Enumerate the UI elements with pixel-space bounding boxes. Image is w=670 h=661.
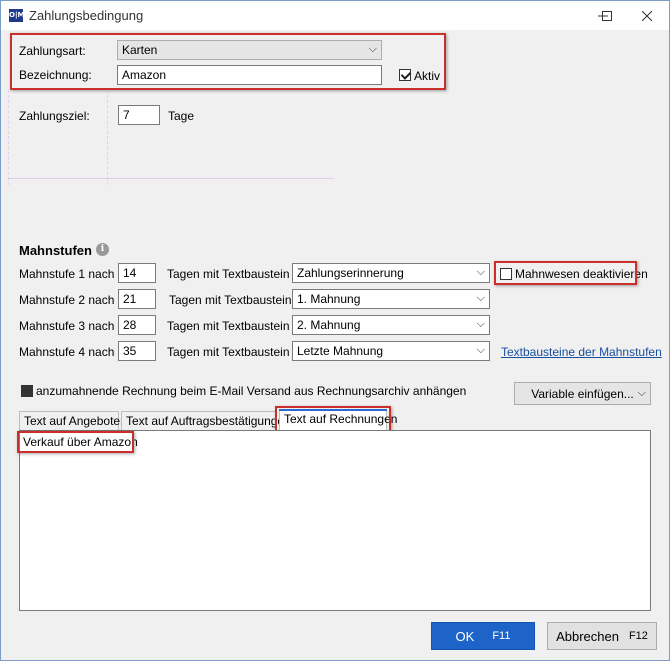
highlight-mahnwesen: [494, 261, 637, 285]
mahnstufe-3-label: Mahnstufe 3 nach: [19, 319, 115, 333]
mahnstufe-3-baustein-select[interactable]: 2. Mahnung ⌵: [292, 315, 490, 335]
mahnstufe-1-days-input[interactable]: 14: [118, 263, 156, 283]
maximize-icon: [602, 10, 612, 21]
variable-button-label: Variable einfügen...: [531, 387, 634, 401]
cancel-shortcut: F12: [628, 630, 648, 642]
maximize-button[interactable]: [585, 1, 629, 30]
tab-angebote[interactable]: Text auf Angeboten: [19, 411, 127, 431]
ok-button[interactable]: OK F11: [431, 622, 535, 650]
chevron-down-icon: ⌵: [476, 292, 485, 304]
highlight-zahlungsart: [10, 33, 446, 90]
chevron-down-icon: ⌵: [476, 344, 485, 356]
mahnstufe-1-label: Mahnstufe 1 nach: [19, 267, 115, 281]
mahnstufe-1-middle: Tagen mit Textbaustein: [167, 267, 290, 281]
mahnstufe-4-baustein-value: Letzte Mahnung: [297, 344, 384, 358]
mahnstufe-2-baustein-select[interactable]: 1. Mahnung ⌵: [292, 289, 490, 309]
attach-label: anzumahnende Rechnung beim E-Mail Versan…: [36, 384, 467, 398]
textbausteine-link[interactable]: Textbausteine der Mahnstufen: [501, 345, 662, 359]
app-icon: O|M: [9, 9, 24, 22]
highlight-editor-text: [17, 431, 134, 453]
ok-label: OK: [455, 628, 475, 644]
chevron-down-icon: ⌵: [476, 266, 485, 278]
info-icon[interactable]: i: [96, 243, 109, 256]
ghost-frame: [8, 90, 108, 185]
cancel-label: Abbrechen: [556, 628, 619, 644]
mahnstufe-4-baustein-select[interactable]: Letzte Mahnung ⌵: [292, 341, 490, 361]
tab-auftragsbestaetigungen[interactable]: Text auf Auftragsbestätigungen: [121, 411, 291, 431]
mahnstufe-3-days-input[interactable]: 28: [118, 315, 156, 335]
mahnstufen-heading: Mahnstufen: [19, 243, 92, 258]
ok-shortcut: F11: [492, 630, 511, 642]
ghost-line: [8, 178, 334, 179]
mahnstufe-1-baustein-select[interactable]: Zahlungserinnerung ⌵: [292, 263, 490, 283]
mahnstufe-4-label: Mahnstufe 4 nach: [19, 345, 115, 359]
close-icon: [642, 10, 652, 21]
zahlungsziel-unit: Tage: [168, 109, 195, 123]
mahnstufe-4-middle: Tagen mit Textbaustein: [167, 345, 290, 359]
mahnstufe-2-middle: Tagen mit Textbaustein: [169, 293, 292, 307]
cancel-button[interactable]: Abbrechen F12: [547, 622, 657, 650]
mahnstufe-1-baustein-value: Zahlungserinnerung: [297, 266, 404, 280]
mahnstufe-2-baustein-value: 1. Mahnung: [297, 292, 361, 306]
mahnstufe-3-baustein-value: 2. Mahnung: [297, 318, 361, 332]
variable-einfuegen-button[interactable]: Variable einfügen... ⌵: [514, 382, 651, 405]
zahlungsziel-input[interactable]: 7: [118, 105, 160, 125]
mahnstufe-2-label: Mahnstufe 2 nach: [19, 293, 115, 307]
attach-checkbox[interactable]: [21, 385, 33, 397]
title-bar: O|M Zahlungsbedingung: [1, 1, 669, 30]
mahnstufe-3-middle: Tagen mit Textbaustein: [167, 319, 290, 333]
mahnstufe-4-days-input[interactable]: 35: [118, 341, 156, 361]
window-title: Zahlungsbedingung: [29, 8, 144, 23]
close-button[interactable]: [625, 1, 669, 30]
chevron-down-icon: ⌵: [637, 387, 646, 399]
rechnung-text-editor[interactable]: Verkauf über Amazon: [19, 430, 651, 611]
chevron-down-icon: ⌵: [476, 318, 485, 330]
mahnstufe-2-days-input[interactable]: 21: [118, 289, 156, 309]
